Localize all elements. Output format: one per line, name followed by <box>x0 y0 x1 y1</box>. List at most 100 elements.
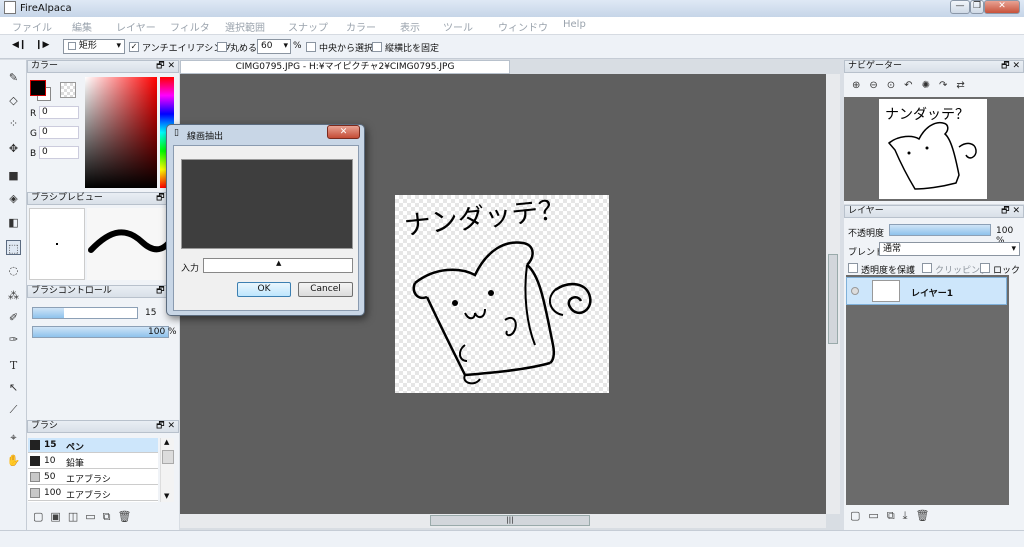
close-icon[interactable]: 🗗 ✕ <box>1001 206 1020 217</box>
saturation-value-picker[interactable] <box>85 77 157 188</box>
fill-rect-tool-icon[interactable]: ■ <box>6 168 21 183</box>
menu-layer[interactable]: レイヤー <box>116 19 156 34</box>
close-icon[interactable]: 🗗 ✕ <box>156 61 175 72</box>
operation-tool-icon[interactable]: ↖ <box>6 380 21 395</box>
ok-button[interactable]: OK <box>237 282 291 297</box>
transparent-swatch[interactable] <box>60 82 76 98</box>
pen-tool-icon[interactable]: ✎ <box>6 70 21 85</box>
close-icon[interactable]: 🗗 ✕ <box>1001 61 1020 72</box>
brush-swatch-icon <box>30 472 40 482</box>
hand-tool-icon[interactable]: ✋ <box>6 453 21 468</box>
shape-select[interactable]: 矩形 ▾ <box>63 39 125 54</box>
list-item[interactable]: 50 エアブラシ <box>28 470 158 485</box>
layer-opacity-slider[interactable] <box>889 224 991 236</box>
dot-tool-icon[interactable]: ⁘ <box>6 116 21 131</box>
rotate-right-icon[interactable]: ↷ <box>939 80 956 91</box>
navigator-view[interactable]: ナンダッテ？ <box>844 97 1024 201</box>
list-item[interactable]: 100 エアブラシ <box>28 486 158 501</box>
select-eraser-tool-icon[interactable]: ✑ <box>6 332 21 347</box>
brush-control-title: ブラシコントロール <box>31 286 112 296</box>
menu-filter[interactable]: フィルタ <box>170 19 210 34</box>
bucket-tool-icon[interactable]: ◈ <box>6 191 21 206</box>
menu-view[interactable]: 表示 <box>400 19 420 34</box>
menu-tool[interactable]: ツール <box>443 19 473 34</box>
menu-color[interactable]: カラー <box>346 19 376 34</box>
mid-slider-handle[interactable]: ▲ <box>276 259 281 267</box>
document-tab[interactable]: CIMG0795.JPG - H:¥マイピクチャ2¥CIMG0795.JPG <box>180 60 510 74</box>
antialias-checkbox[interactable]: ✓ <box>129 42 139 52</box>
brush-list-scrollbar[interactable]: ▲ ▼ <box>160 438 174 502</box>
zoom-in-icon[interactable]: ⊕ <box>852 80 869 91</box>
scroll-thumb[interactable] <box>828 254 838 344</box>
b-input[interactable]: 0 <box>39 146 79 159</box>
visibility-icon[interactable] <box>851 287 859 295</box>
canvas-image[interactable]: ナンダッテ？ <box>395 194 609 393</box>
eyedropper-tool-icon[interactable]: ⌖ <box>6 430 21 445</box>
center-select-checkbox[interactable] <box>306 42 316 52</box>
horizontal-scrollbar[interactable]: ||| <box>180 514 826 528</box>
new-layer-icon[interactable]: ▢ <box>850 509 868 522</box>
round-checkbox[interactable] <box>217 42 227 52</box>
zoom-out-icon[interactable]: ⊖ <box>869 80 886 91</box>
clipping-checkbox[interactable] <box>922 263 932 273</box>
trash-icon[interactable]: 🗑 <box>916 509 938 522</box>
lock-checkbox[interactable] <box>980 263 990 273</box>
menu-snap[interactable]: スナップ <box>288 19 328 34</box>
magic-wand-tool-icon[interactable]: ⁂ <box>6 288 21 303</box>
input-level-slider[interactable]: ▲ <box>203 258 353 273</box>
dialog-body: 入力 ▲ OK Cancel <box>173 145 359 311</box>
list-item[interactable]: 15 ペン <box>28 438 158 453</box>
gradient-tool-icon[interactable]: ◧ <box>6 215 21 230</box>
copy-icon[interactable]: ⧉ <box>103 510 118 523</box>
round-input[interactable]: 60 ▾ <box>257 39 291 54</box>
flip-icon[interactable]: ⇄ <box>956 80 973 91</box>
vertical-scrollbar[interactable] <box>826 74 840 514</box>
layer-row[interactable]: レイヤー1 <box>846 277 1007 305</box>
scroll-down-icon[interactable]: ▼ <box>164 492 169 500</box>
import-brush-icon[interactable]: ▣ <box>50 510 67 523</box>
primary-color-swatch[interactable] <box>30 80 46 96</box>
move-tool-icon[interactable]: ✥ <box>6 141 21 156</box>
lasso-tool-icon[interactable]: ◌ <box>6 263 21 278</box>
menu-edit[interactable]: 編集 <box>72 19 92 34</box>
menu-window[interactable]: ウィンドウ <box>498 19 548 34</box>
reset-rotation-icon[interactable]: ✺ <box>922 80 939 91</box>
opacity-label: 不透明度 <box>848 229 885 239</box>
scroll-up-icon[interactable]: ▲ <box>164 438 169 446</box>
close-window-button[interactable]: ✕ <box>984 0 1020 14</box>
select-rect-tool-icon[interactable]: ⬚ <box>6 240 21 255</box>
blend-mode-select[interactable]: 通常 ▾ <box>879 242 1020 256</box>
shape-select-value: 矩形 <box>78 41 97 51</box>
new-brush-icon[interactable]: ▢ <box>33 510 50 523</box>
r-input[interactable]: 0 <box>39 106 79 119</box>
cancel-button[interactable]: Cancel <box>298 282 353 297</box>
brush-size-slider[interactable] <box>32 307 138 319</box>
eraser-tool-icon[interactable]: ◇ <box>6 93 21 108</box>
duplicate-brush-icon[interactable]: ◫ <box>68 510 85 523</box>
duplicate-layer-icon[interactable]: ⧉ <box>887 509 903 522</box>
scroll-thumb[interactable]: ||| <box>430 515 590 526</box>
folder-icon[interactable]: ▭ <box>868 509 886 522</box>
protect-alpha-checkbox[interactable] <box>848 263 858 273</box>
rotate-left-icon[interactable]: ↶ <box>904 80 921 91</box>
scroll-thumb[interactable] <box>162 450 174 464</box>
next-icon[interactable]: ❙▶ <box>35 40 49 50</box>
text-tool-icon[interactable]: T <box>6 358 21 373</box>
restore-button[interactable]: ❐ <box>970 0 984 14</box>
prev-icon[interactable]: ◀❙ <box>12 40 26 50</box>
menu-help[interactable]: Help <box>563 19 586 30</box>
trash-icon[interactable]: 🗑 <box>117 510 138 523</box>
g-input[interactable]: 0 <box>39 126 79 139</box>
menu-file[interactable]: ファイル <box>12 19 52 34</box>
menu-selection[interactable]: 選択範囲 <box>225 19 265 34</box>
list-item[interactable]: 10 鉛筆 <box>28 454 158 469</box>
folder-icon[interactable]: ▭ <box>85 510 102 523</box>
zoom-fit-icon[interactable]: ⊙ <box>887 80 904 91</box>
aspect-checkbox[interactable] <box>372 42 382 52</box>
close-icon[interactable]: 🗗 ✕ <box>156 421 175 432</box>
minimize-button[interactable]: — <box>950 0 970 14</box>
merge-layer-icon[interactable]: ⤓ <box>903 509 916 522</box>
dialog-close-button[interactable]: ✕ <box>327 125 360 139</box>
select-pen-tool-icon[interactable]: ✐ <box>6 310 21 325</box>
divide-tool-icon[interactable]: ⟋ <box>6 402 21 417</box>
